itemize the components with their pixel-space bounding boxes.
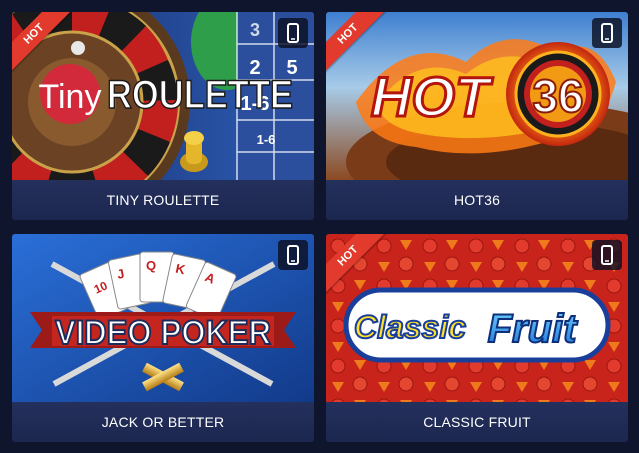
game-grid: 3 2 5 1-6 1-6 Tiny ROULETTE HOT TINY ROU… — [0, 0, 639, 453]
logo-word-tiny: Tiny — [39, 78, 102, 116]
hot-badge: HOT — [12, 12, 82, 82]
game-card-hot36[interactable]: 36 HOT HOT HOT36 — [326, 12, 628, 220]
game-thumbnail[interactable]: Classic Fruit HOT — [326, 234, 628, 402]
logo-word-roulette: ROULETTE — [107, 73, 293, 117]
game-title[interactable]: TINY ROULETTE — [12, 180, 314, 220]
game-title[interactable]: HOT36 — [326, 180, 628, 220]
logo-word-fruit: Fruit — [488, 307, 579, 351]
mobile-phone-icon — [592, 240, 622, 270]
game-card-jack-or-better[interactable]: 10 J Q K A VIDEOPOKER JACK OR BETTER — [12, 234, 314, 442]
mobile-phone-icon — [278, 240, 308, 270]
logo-word-classic: Classic — [354, 309, 466, 345]
game-title[interactable]: JACK OR BETTER — [12, 402, 314, 442]
table-number-3: 3 — [250, 20, 260, 40]
card-rank-q: Q — [146, 258, 156, 273]
logo-word-poker: POKER — [161, 314, 271, 352]
game-title[interactable]: CLASSIC FRUIT — [326, 402, 628, 442]
logo-video-poker: VIDEOPOKER — [55, 314, 271, 352]
logo-word-video: VIDEO — [55, 314, 152, 352]
hot-badge: HOT — [326, 234, 396, 304]
game-thumbnail[interactable]: 36 HOT HOT — [326, 12, 628, 180]
logo-number-36: 36 — [532, 70, 583, 122]
mobile-phone-icon — [592, 18, 622, 48]
game-thumbnail[interactable]: 10 J Q K A VIDEOPOKER — [12, 234, 314, 402]
hot-badge: HOT — [326, 12, 396, 82]
mobile-phone-icon — [278, 18, 308, 48]
game-card-classic-fruit[interactable]: Classic Fruit HOT CLASSIC FRUIT — [326, 234, 628, 442]
game-thumbnail[interactable]: 3 2 5 1-6 1-6 Tiny ROULETTE HOT — [12, 12, 314, 180]
table-label-1-6: 1-6 — [257, 132, 276, 147]
game-card-tiny-roulette[interactable]: 3 2 5 1-6 1-6 Tiny ROULETTE HOT TINY ROU… — [12, 12, 314, 220]
video-poker-artwork: 10 J Q K A VIDEOPOKER — [12, 234, 314, 402]
